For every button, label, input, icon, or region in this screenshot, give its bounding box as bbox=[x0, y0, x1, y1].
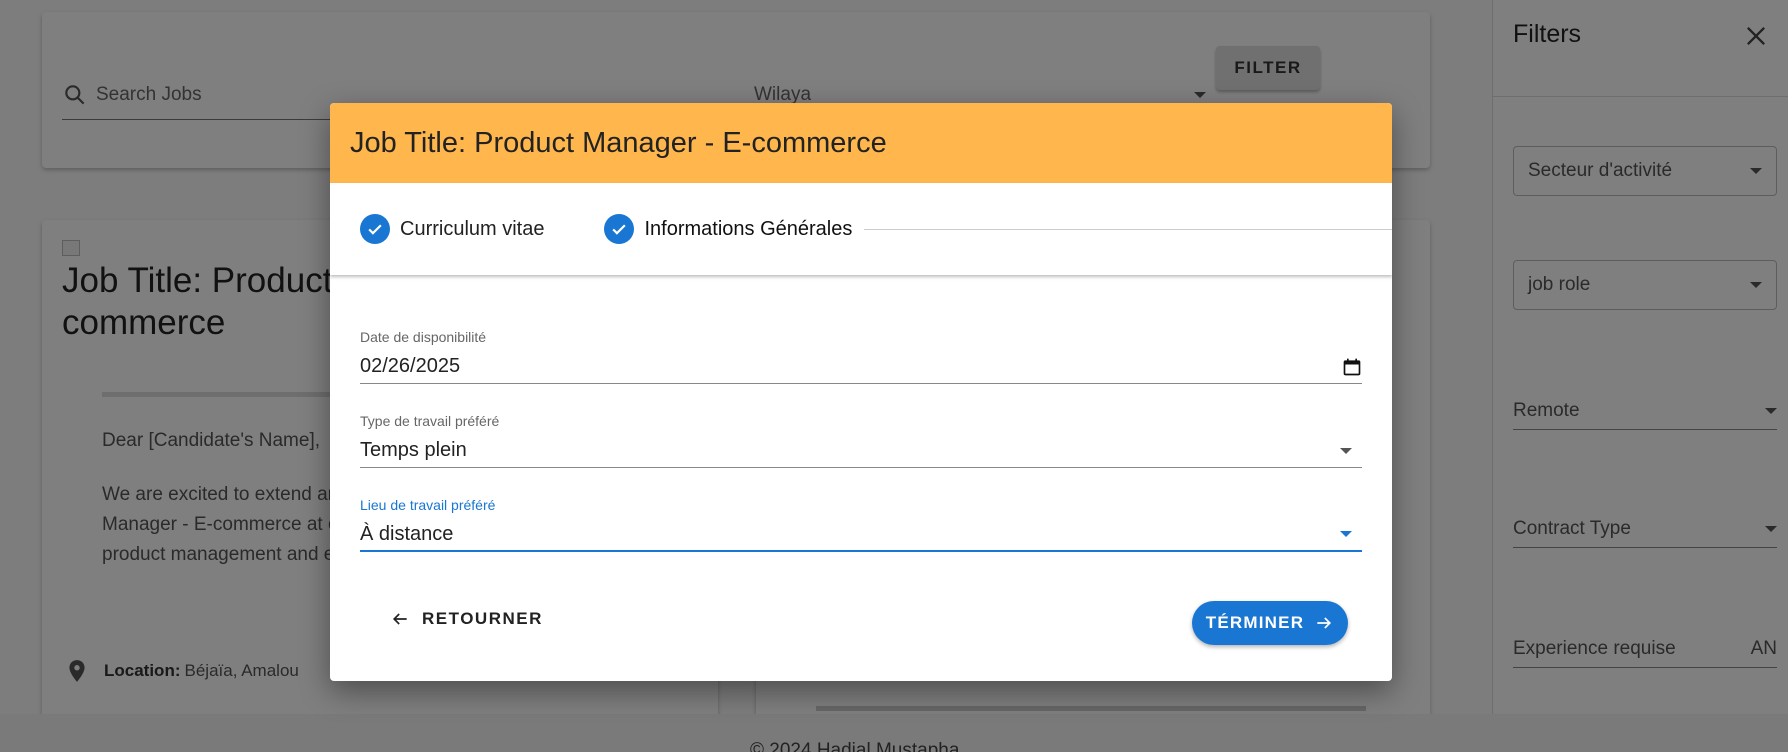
step-curriculum[interactable]: Curriculum vitae bbox=[360, 214, 544, 244]
dialog-title: Job Title: Product Manager - E-commerce bbox=[350, 126, 887, 159]
date-value: 02/26/2025 bbox=[360, 355, 461, 377]
step-informations[interactable]: Informations Générales bbox=[604, 214, 852, 244]
arrow-left-icon bbox=[392, 613, 407, 625]
field-label: Lieu de travail préféré bbox=[360, 497, 496, 513]
back-label: RETOURNER bbox=[422, 609, 543, 628]
date-input[interactable]: 02/26/2025 bbox=[360, 350, 1362, 384]
field-label: Type de travail préféré bbox=[360, 413, 500, 429]
chevron-down-icon bbox=[1340, 531, 1352, 537]
step-connector bbox=[864, 229, 1392, 230]
work-type-value: Temps plein bbox=[360, 439, 467, 461]
calendar-icon[interactable] bbox=[1342, 357, 1362, 377]
work-type-field[interactable]: Type de travail préféré Temps plein bbox=[360, 413, 1362, 468]
check-circle-icon bbox=[360, 214, 390, 244]
back-button[interactable]: RETOURNER bbox=[390, 609, 543, 629]
step-label: Informations Générales bbox=[644, 217, 853, 240]
finish-label: TÉRMINER bbox=[1205, 613, 1305, 632]
work-location-select[interactable]: À distance bbox=[360, 518, 1362, 552]
chevron-down-icon bbox=[1340, 447, 1352, 454]
application-dialog: Job Title: Product Manager - E-commerce … bbox=[330, 103, 1392, 681]
availability-date-field[interactable]: Date de disponibilité 02/26/2025 bbox=[360, 329, 1362, 384]
arrow-right-icon bbox=[1317, 617, 1332, 629]
finish-button[interactable]: TÉRMINER bbox=[1192, 601, 1348, 645]
step-label: Curriculum vitae bbox=[400, 217, 545, 240]
work-type-select[interactable]: Temps plein bbox=[360, 434, 1362, 468]
field-label: Date de disponibilité bbox=[360, 329, 487, 345]
work-location-value: À distance bbox=[360, 522, 454, 545]
work-location-field[interactable]: Lieu de travail préféré À distance bbox=[360, 497, 1362, 552]
check-circle-icon bbox=[604, 214, 635, 244]
stepper: Curriculum vitae Informations Générales bbox=[330, 183, 1392, 275]
dialog-header: Job Title: Product Manager - E-commerce bbox=[330, 103, 1392, 183]
